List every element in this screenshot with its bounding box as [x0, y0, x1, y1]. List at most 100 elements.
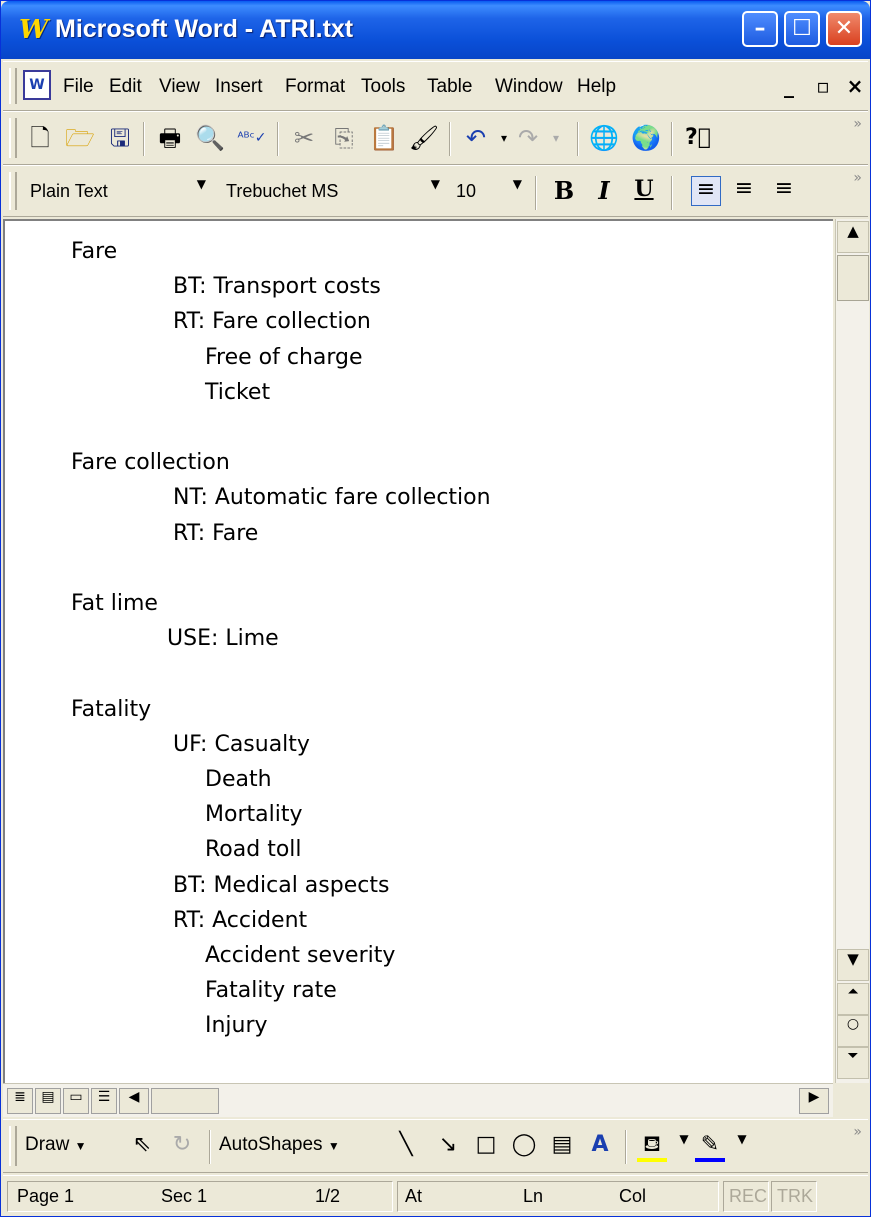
document-icon[interactable]: W [23, 70, 51, 100]
document-line: Mortality [205, 802, 303, 828]
toolbar-grip[interactable] [9, 118, 17, 158]
previous-page-button[interactable]: ⏶ [837, 983, 869, 1015]
menu-edit[interactable]: Edit [109, 76, 142, 98]
align-right-icon[interactable]: ≡ [769, 176, 799, 206]
select-objects-icon[interactable]: ⇖ [127, 1132, 157, 1162]
line-color-icon[interactable]: ✎ [695, 1132, 725, 1162]
window-title: Microsoft Word - ATRI.txt [55, 15, 354, 43]
scroll-down-button[interactable]: ▼ [837, 949, 869, 981]
doc-close-icon[interactable]: × [843, 74, 867, 98]
print-preview-icon[interactable]: 🔍 [193, 122, 227, 154]
status-trk[interactable]: TRK [777, 1186, 813, 1207]
web-layout-view-icon[interactable]: ▤ [35, 1088, 61, 1114]
arrow-icon[interactable]: ↘ [433, 1132, 463, 1162]
text-box-icon[interactable]: ▤ [547, 1132, 577, 1162]
status-line: Ln [523, 1186, 544, 1206]
italic-button[interactable]: I [589, 176, 619, 206]
rectangle-icon[interactable]: □ [471, 1132, 501, 1162]
font-size-select[interactable]: 10 ▼ [449, 176, 529, 206]
formatting-toolbar: Plain Text ▼ Trebuchet MS ▼ 10 ▼ B I U ≡… [3, 165, 868, 217]
oval-icon[interactable]: ◯ [509, 1132, 539, 1162]
chevron-down-icon[interactable]: ▼ [727, 1132, 757, 1162]
paste-icon[interactable]: 📋 [367, 122, 401, 154]
scroll-right-button[interactable]: ▶ [799, 1088, 829, 1114]
maximize-button[interactable]: ☐ [784, 11, 820, 47]
toolbar-separator [671, 176, 673, 210]
bold-button[interactable]: B [549, 176, 579, 206]
spelling-icon[interactable]: ᴬᴮᶜ✓ [235, 122, 269, 154]
help-icon[interactable]: ?⃞ [681, 122, 715, 154]
doc-restore-icon[interactable]: ▫ [811, 74, 835, 98]
redo-dropdown-icon[interactable]: ▾ [539, 122, 573, 154]
outline-view-icon[interactable]: ☰ [91, 1088, 117, 1114]
hyperlink-icon[interactable]: 🌍 [629, 122, 663, 154]
circle-icon: ○ [846, 1016, 860, 1032]
vertical-scroll-thumb[interactable] [837, 255, 869, 301]
toolbar-separator [625, 1130, 627, 1164]
normal-view-icon[interactable]: ≣ [7, 1088, 33, 1114]
menu-window[interactable]: Window [495, 76, 563, 98]
toolbar-options-icon[interactable]: » [853, 1124, 862, 1140]
title-bar[interactable]: W Microsoft Word - ATRI.txt – ☐ ✕ [1, 1, 870, 59]
web-icon[interactable]: 🌐 [587, 122, 621, 154]
status-rec[interactable]: REC [729, 1186, 767, 1207]
draw-menu[interactable]: Draw ▼ [25, 1134, 87, 1156]
select-browse-object-button[interactable]: ○ [837, 1015, 869, 1047]
format-painter-icon[interactable]: 🖌 [407, 122, 441, 154]
scroll-left-button[interactable]: ◀ [119, 1088, 149, 1114]
cut-icon[interactable]: ✂ [287, 122, 321, 154]
close-button[interactable]: ✕ [826, 11, 862, 47]
word-app-icon[interactable]: W [19, 17, 49, 43]
menu-format[interactable]: Format [285, 76, 345, 98]
menu-table[interactable]: Table [427, 76, 472, 98]
print-layout-view-icon[interactable]: ▭ [63, 1088, 89, 1114]
scroll-up-button[interactable]: ▲ [837, 221, 869, 253]
chevron-down-icon: ▼ [196, 177, 206, 191]
underline-button[interactable]: U [629, 176, 659, 206]
draw-label: Draw [25, 1134, 70, 1155]
horizontal-scrollbar[interactable]: ≣ ▤ ▭ ☰ ◀ ▶ [3, 1083, 833, 1117]
toolbar-options-icon[interactable]: » [853, 116, 862, 132]
document-line: Fat lime [71, 591, 158, 616]
chevron-down-icon: ▼ [327, 1139, 340, 1153]
menu-tools[interactable]: Tools [361, 76, 405, 98]
open-icon[interactable]: 🗁 [63, 122, 97, 154]
horizontal-scroll-thumb[interactable] [151, 1088, 219, 1114]
menu-help[interactable]: Help [577, 76, 616, 98]
copy-icon[interactable]: ⎘ [327, 122, 361, 154]
minimize-icon: – [754, 16, 766, 41]
document-area[interactable]: Fare BT: Transport costs RT: Fare collecti… [3, 219, 833, 1083]
toolbar-grip[interactable] [9, 1126, 17, 1166]
toolbar-grip[interactable] [9, 172, 17, 210]
menu-insert[interactable]: Insert [215, 76, 263, 98]
status-page: Page 1 [17, 1186, 75, 1206]
style-select[interactable]: Plain Text ▼ [23, 176, 213, 206]
save-icon[interactable]: 🖫 [103, 122, 137, 154]
print-icon[interactable]: 🖶 [153, 122, 187, 154]
status-bar: Page 1 Sec 1 1/2 At Ln Col REC TRK [3, 1175, 868, 1216]
new-icon[interactable]: 🗋 [23, 122, 57, 154]
toolbar-separator [449, 122, 451, 156]
menu-file[interactable]: File [63, 76, 94, 98]
free-rotate-icon[interactable]: ↻ [167, 1132, 197, 1162]
menu-view[interactable]: View [159, 76, 200, 98]
align-left-icon[interactable]: ≡ [691, 176, 721, 206]
line-icon[interactable]: ╲ [391, 1132, 421, 1162]
document-line: RT: Fare [173, 520, 259, 546]
triangle-right-icon: ▶ [808, 1089, 820, 1105]
double-up-icon: ⏶ [847, 984, 859, 1000]
next-page-button[interactable]: ⏷ [837, 1047, 869, 1079]
fill-color-icon[interactable]: ⛾ [637, 1132, 667, 1162]
font-select[interactable]: Trebuchet MS ▼ [219, 176, 447, 206]
minimize-button[interactable]: – [742, 11, 778, 47]
toolbar-options-icon[interactable]: » [853, 170, 862, 186]
align-center-icon[interactable]: ≡ [729, 176, 759, 206]
vertical-scrollbar[interactable]: ▲ ▼ ⏶ ○ ⏷ [835, 219, 869, 1083]
chevron-down-icon: ▼ [430, 177, 440, 191]
double-down-icon: ⏷ [847, 1048, 859, 1064]
document-line: RT: Accident [173, 907, 308, 933]
toolbar-grip[interactable] [9, 68, 17, 104]
autoshapes-menu[interactable]: AutoShapes ▼ [219, 1134, 340, 1156]
wordart-icon[interactable]: A [585, 1132, 615, 1162]
doc-minimize-icon[interactable]: _ [777, 74, 801, 98]
